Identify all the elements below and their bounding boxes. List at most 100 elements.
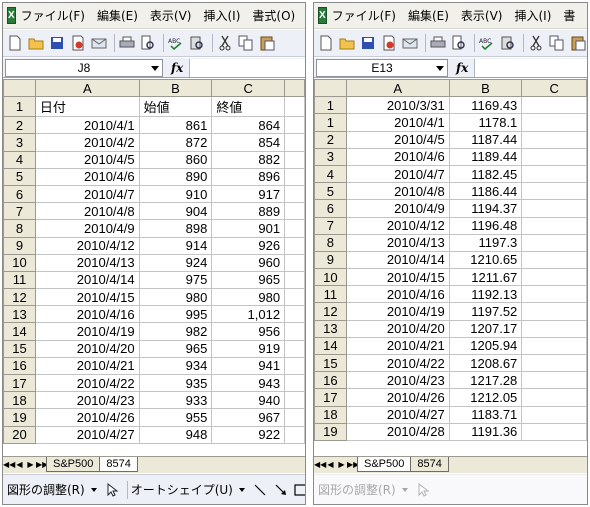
cell-c[interactable]: 終値 [211, 96, 286, 118]
row-header[interactable]: 11 [3, 270, 36, 290]
row-header[interactable]: 4 [314, 164, 347, 184]
cell-b[interactable]: 1208.67 [448, 353, 523, 373]
row-header[interactable]: 7 [3, 202, 36, 221]
cell-b[interactable]: 1197.52 [448, 302, 523, 321]
cell-b[interactable]: 1191.36 [448, 422, 523, 441]
cell-a[interactable]: 2010/4/21 [34, 356, 140, 376]
menu-insert[interactable]: 挿入(I) [203, 7, 240, 24]
row-header[interactable]: 17 [3, 373, 36, 393]
cell-a[interactable]: 2010/4/5 [34, 150, 140, 169]
cell-c[interactable] [521, 353, 587, 373]
cell-d[interactable] [284, 425, 305, 444]
menu-view[interactable]: 表示(V) [461, 7, 503, 24]
cell-c[interactable]: 960 [211, 253, 286, 272]
cell-c[interactable]: 922 [211, 425, 286, 444]
open-folder-icon[interactable] [27, 34, 45, 52]
row-header[interactable]: 7 [314, 216, 347, 235]
row-header[interactable]: 20 [3, 425, 36, 444]
cell-a[interactable]: 2010/4/5 [345, 130, 450, 149]
cell-a[interactable]: 2010/4/23 [34, 391, 140, 410]
cell-a[interactable]: 2010/4/13 [34, 253, 140, 272]
cell-c[interactable]: 926 [211, 236, 286, 255]
row-header[interactable]: 16 [314, 371, 347, 390]
email-icon[interactable] [401, 34, 419, 52]
cell-b[interactable]: 1178.1 [448, 113, 523, 132]
autoshape-menu-button[interactable]: オートシェイプ(U) [131, 481, 233, 498]
cell-c[interactable]: 901 [211, 219, 286, 238]
cell-c[interactable] [521, 130, 587, 149]
cell-d[interactable] [284, 373, 305, 393]
cell-b[interactable]: 1196.48 [448, 216, 523, 235]
cell-a[interactable]: 2010/4/8 [345, 182, 450, 201]
formula-input[interactable] [189, 58, 305, 77]
cell-a[interactable]: 2010/4/27 [345, 405, 450, 424]
cell-b[interactable]: 982 [138, 322, 213, 341]
prev-sheet-icon[interactable]: ◀ [14, 457, 25, 473]
cell-c[interactable] [521, 147, 587, 166]
cell-c[interactable] [521, 199, 587, 218]
cell-a[interactable]: 2010/4/8 [34, 202, 140, 221]
cell-b[interactable]: 1187.44 [448, 130, 523, 149]
sheet-tab-8574[interactable]: 8574 [410, 457, 449, 472]
chevron-down-icon[interactable] [90, 487, 97, 492]
row-header[interactable]: 9 [3, 236, 36, 255]
save-icon[interactable] [359, 34, 377, 52]
line-icon[interactable] [251, 481, 269, 499]
cell-c[interactable]: 965 [211, 270, 286, 290]
cell-c[interactable]: 956 [211, 322, 286, 341]
select-all-corner[interactable] [3, 78, 36, 98]
row-header[interactable]: 1 [3, 96, 36, 118]
function-icon[interactable]: fx [456, 61, 468, 75]
cell-b[interactable]: 910 [138, 184, 213, 204]
chevron-down-icon[interactable] [151, 65, 159, 71]
cell-c[interactable]: 943 [211, 373, 286, 393]
cell-b[interactable]: 1207.17 [448, 319, 523, 338]
row-header[interactable]: 17 [314, 388, 347, 407]
excel-icon[interactable]: X [7, 7, 16, 24]
cell-a[interactable]: 2010/4/6 [345, 147, 450, 166]
cell-d[interactable] [284, 253, 305, 272]
cell-d[interactable] [284, 184, 305, 204]
cell-d[interactable] [284, 305, 305, 324]
row-header[interactable]: 9 [314, 250, 347, 270]
cell-a[interactable]: 2010/4/12 [34, 236, 140, 255]
first-sheet-icon[interactable]: ◀◀ [314, 457, 326, 473]
cell-a[interactable]: 2010/4/9 [34, 219, 140, 238]
column-header-c[interactable]: C [211, 78, 286, 98]
prev-sheet-icon[interactable]: ◀ [325, 457, 336, 473]
draw-menu-button[interactable]: 図形の調整(R) [318, 481, 396, 498]
cell-c[interactable]: 967 [211, 408, 286, 427]
cell-a[interactable]: 2010/4/20 [345, 319, 450, 338]
cell-a[interactable]: 2010/4/19 [34, 322, 140, 341]
chevron-down-icon[interactable] [401, 487, 408, 492]
cell-c[interactable] [521, 285, 587, 304]
permission-icon[interactable] [380, 34, 398, 52]
cell-c[interactable] [521, 336, 587, 356]
select-objects-icon[interactable] [103, 481, 121, 499]
chevron-down-icon[interactable] [436, 65, 444, 71]
sheet-tab-sp500[interactable]: S&P500 [46, 457, 101, 472]
cell-a[interactable]: 2010/4/1 [345, 113, 450, 132]
cell-b[interactable]: 914 [138, 236, 213, 255]
row-header[interactable]: 6 [314, 199, 347, 218]
row-header[interactable]: 10 [314, 268, 347, 287]
cell-c[interactable]: 854 [211, 133, 286, 152]
cut-icon[interactable] [527, 34, 545, 52]
cell-b[interactable]: 1182.45 [448, 164, 523, 184]
select-all-corner[interactable] [314, 78, 347, 98]
cell-b[interactable]: 924 [138, 253, 213, 272]
row-header[interactable]: 13 [3, 305, 36, 324]
cell-b[interactable]: 934 [138, 356, 213, 376]
cell-c[interactable] [521, 216, 587, 235]
cell-a[interactable]: 2010/4/13 [345, 233, 450, 252]
draw-menu-button[interactable]: 図形の調整(R) [7, 481, 85, 498]
row-header[interactable]: 1 [314, 113, 347, 132]
row-header[interactable]: 18 [314, 405, 347, 424]
cell-a[interactable]: 2010/4/1 [34, 116, 140, 135]
cell-b[interactable]: 1211.67 [448, 268, 523, 287]
cell-d[interactable] [284, 339, 305, 358]
arrow-icon[interactable] [272, 481, 290, 499]
row-header[interactable]: 10 [3, 253, 36, 272]
rectangle-icon[interactable] [293, 481, 305, 499]
menu-file[interactable]: ファイル(F) [21, 7, 85, 24]
